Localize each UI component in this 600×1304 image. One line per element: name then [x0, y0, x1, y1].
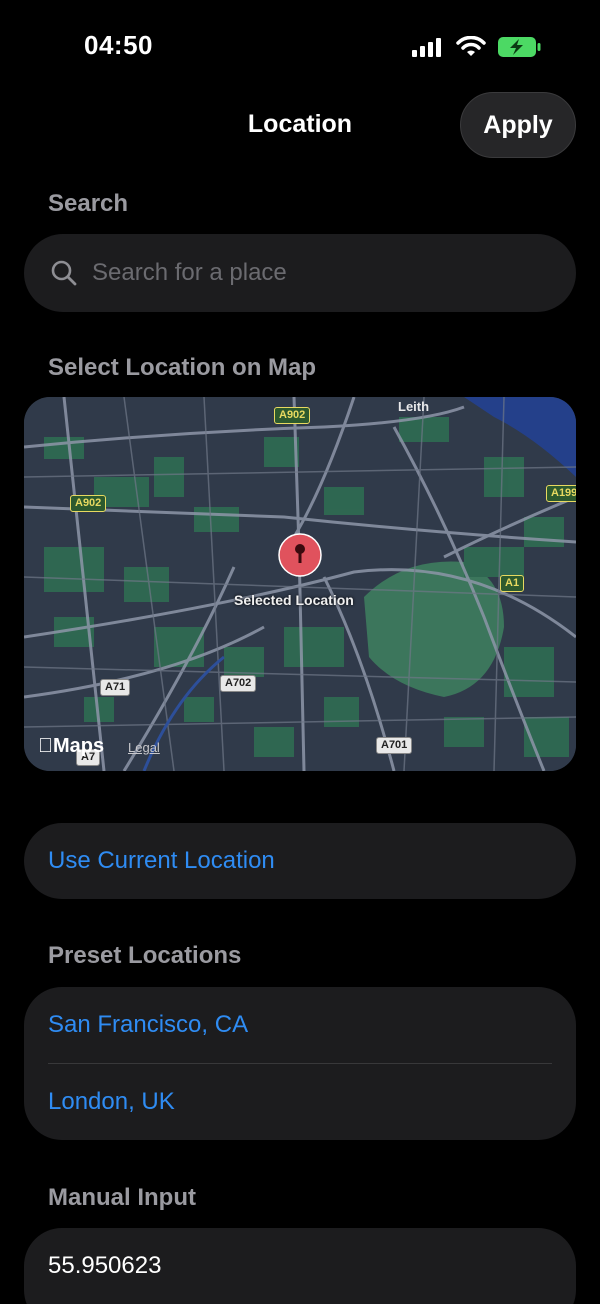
- battery-charging-icon: [498, 37, 541, 57]
- manual-input-card: 55.950623: [24, 1228, 576, 1304]
- map-place-label: Leith: [398, 399, 430, 414]
- apply-button[interactable]: Apply: [460, 92, 576, 158]
- road-sign: A1: [500, 575, 525, 592]
- map-pin-label: Selected Location: [234, 592, 354, 608]
- location-screen: 04:50 Location Apply Search Search for a…: [0, 0, 600, 1304]
- map-section-label: Select Location on Map: [48, 354, 317, 381]
- map-legal-link[interactable]: Legal: [128, 740, 160, 755]
- presets-section-label: Preset Locations: [48, 942, 242, 969]
- presets-card: San Francisco, CA London, UK: [24, 987, 576, 1140]
- preset-san-francisco[interactable]: San Francisco, CA: [24, 987, 576, 1063]
- search-input[interactable]: Search for a place: [24, 234, 576, 312]
- wifi-icon: [456, 36, 486, 56]
- manual-section-label: Manual Input: [48, 1184, 196, 1211]
- road-sign: A71: [100, 679, 131, 696]
- search-icon: [51, 260, 77, 286]
- search-section-label: Search: [48, 190, 129, 217]
- road-sign: A902: [70, 495, 107, 512]
- road-sign: A702: [220, 675, 257, 692]
- status-time: 04:50: [84, 30, 153, 60]
- maps-logo: Maps: [38, 735, 104, 757]
- status-icons: [412, 36, 542, 58]
- road-sign: A902: [274, 407, 311, 424]
- preset-london[interactable]: London, UK: [24, 1064, 576, 1140]
- map-background: [24, 397, 576, 771]
- map-pin-icon: [278, 533, 322, 577]
- road-sign: A701: [376, 737, 413, 754]
- current-location-card: Use Current Location: [24, 823, 576, 899]
- latitude-field[interactable]: 55.950623: [24, 1228, 576, 1304]
- apple-logo-icon: : [38, 735, 53, 757]
- use-current-location-button[interactable]: Use Current Location: [24, 823, 576, 899]
- search-placeholder: Search for a place: [92, 259, 287, 286]
- road-sign: A199: [546, 485, 576, 502]
- cellular-signal-icon: [412, 38, 441, 57]
- location-map[interactable]: Leith A902 A902 A199 A1 A71 A702 A701 A7…: [24, 397, 576, 771]
